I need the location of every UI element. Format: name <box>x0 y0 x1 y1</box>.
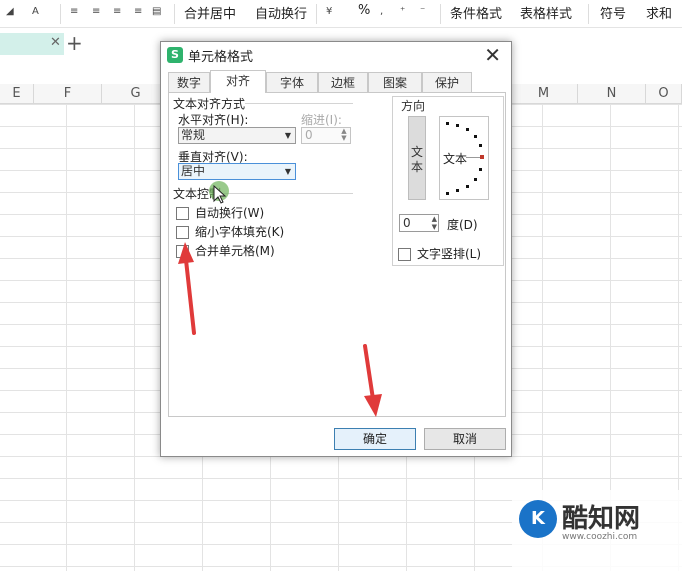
symbol-button[interactable]: 符号 <box>600 3 626 22</box>
dialog-title: 单元格格式 <box>188 50 254 65</box>
distributed-icon[interactable]: ▤ <box>152 6 164 18</box>
annotation-arrow-icon <box>363 344 382 417</box>
new-tab-plus-icon[interactable]: + <box>66 31 83 55</box>
dial-dot <box>446 192 449 195</box>
comma-style-icon[interactable]: , <box>380 6 392 18</box>
watermark-name: 酷知网 <box>562 504 641 534</box>
close-icon[interactable]: ✕ <box>50 35 61 50</box>
vertical-text-button[interactable]: 文本 <box>408 116 426 200</box>
group-divider <box>241 103 353 104</box>
cancel-button[interactable]: 取消 <box>424 428 506 450</box>
merge-center-button[interactable]: 合并居中 <box>184 3 236 22</box>
column-header[interactable]: O <box>646 84 682 104</box>
dial-dot <box>456 189 459 192</box>
sum-button[interactable]: 求和 <box>646 3 672 22</box>
ribbon-toolbar: ◢ A ≡ ≡ ≡ ≡ ▤ 合并居中 自动换行 ¥ % , ⁺ ⁻ 条件格式 表… <box>0 0 682 28</box>
format-cells-dialog: S 单元格格式 ✕ 数字 对齐 字体 边框 图案 保护 文本对齐方式 水平对齐(… <box>160 41 512 457</box>
column-header[interactable]: N <box>578 84 646 104</box>
dial-dot <box>466 128 469 131</box>
currency-icon[interactable]: ¥ <box>326 6 338 18</box>
align-left-icon[interactable]: ≡ <box>70 6 82 18</box>
tab-pattern[interactable]: 图案 <box>368 72 422 92</box>
watermark-logo: K <box>519 500 557 538</box>
text-alignment-group-title: 文本对齐方式 <box>173 95 246 112</box>
annotation-arrow-icon <box>178 242 196 335</box>
column-header[interactable]: F <box>34 84 102 104</box>
chevron-down-icon: ▼ <box>284 167 291 176</box>
stepper-arrows-icon[interactable]: ▲ ▼ <box>338 128 350 143</box>
wrap-text-label: 自动换行(W) <box>195 206 265 220</box>
degree-value: 0 <box>403 216 411 230</box>
tab-font[interactable]: 字体 <box>266 72 318 92</box>
close-icon[interactable]: ✕ <box>484 43 501 67</box>
horizontal-align-value: 常规 <box>181 128 206 142</box>
align-center-icon[interactable]: ≡ <box>92 6 104 18</box>
checkbox-box[interactable] <box>398 248 411 261</box>
orientation-group-title: 方向 <box>401 97 426 114</box>
shrink-to-fit-label: 缩小字体填充(K) <box>195 225 285 239</box>
tab-alignment[interactable]: 对齐 <box>210 70 266 93</box>
group-divider <box>223 193 353 194</box>
dial-dot <box>446 122 449 125</box>
degree-stepper[interactable]: 0 ▲ ▼ <box>399 214 439 232</box>
tab-border[interactable]: 边框 <box>318 72 368 92</box>
app-logo-icon: S <box>167 47 183 63</box>
toolbar-divider <box>174 4 175 24</box>
vertical-layout-label: 文字竖排(L) <box>417 247 482 261</box>
shrink-to-fit-checkbox[interactable]: 缩小字体填充(K) <box>176 223 284 240</box>
horizontal-align-label: 水平对齐(H): <box>178 113 249 127</box>
degree-label: 度(D) <box>447 218 478 232</box>
percent-button[interactable]: % <box>358 3 370 18</box>
dial-dot <box>456 124 459 127</box>
vertical-align-value: 居中 <box>181 164 206 178</box>
toolbar-divider <box>588 4 589 24</box>
stepper-arrows-icon[interactable]: ▲ ▼ <box>432 215 437 231</box>
column-header[interactable]: E <box>0 84 34 104</box>
column-header[interactable]: M <box>510 84 578 104</box>
justify-icon[interactable]: ≡ <box>134 6 146 18</box>
auto-wrap-button[interactable]: 自动换行 <box>255 3 307 22</box>
indent-value: 0 <box>305 128 313 142</box>
mouse-cursor-icon <box>213 185 227 204</box>
checkbox-box[interactable] <box>176 226 189 239</box>
chevron-down-icon: ▼ <box>284 131 291 140</box>
tab-protection[interactable]: 保护 <box>422 72 472 92</box>
vertical-align-select[interactable]: 居中 ▼ <box>178 163 296 180</box>
vertical-text-label: 文本 <box>410 145 423 174</box>
indent-label: 缩进(I): <box>301 113 342 127</box>
table-style-button[interactable]: 表格样式 <box>520 3 572 22</box>
indent-stepper[interactable]: 0 ▲ ▼ <box>301 127 351 144</box>
decrease-decimal-icon[interactable]: ⁻ <box>420 6 432 18</box>
dial-dot <box>474 178 477 181</box>
fill-color-icon[interactable]: ◢ <box>6 6 18 18</box>
dial-dot <box>466 185 469 188</box>
toolbar-divider <box>316 4 317 24</box>
dial-dot <box>474 135 477 138</box>
merge-cells-label: 合并单元格(M) <box>195 244 275 258</box>
tab-number[interactable]: 数字 <box>168 72 210 92</box>
watermark-url: www.coozhi.com <box>562 532 638 542</box>
horizontal-align-select[interactable]: 常规 ▼ <box>178 127 296 144</box>
orientation-dial-label: 文本 <box>443 152 468 166</box>
font-color-icon[interactable]: A <box>32 6 44 18</box>
dial-dot <box>479 144 482 147</box>
checkbox-box[interactable] <box>176 207 189 220</box>
ok-button[interactable]: 确定 <box>334 428 416 450</box>
align-right-icon[interactable]: ≡ <box>113 6 125 18</box>
conditional-format-button[interactable]: 条件格式 <box>450 3 502 22</box>
dial-dot <box>479 168 482 171</box>
wrap-text-checkbox[interactable]: 自动换行(W) <box>176 204 264 221</box>
toolbar-divider <box>60 4 61 24</box>
vertical-layout-checkbox[interactable]: 文字竖排(L) <box>398 245 481 262</box>
increase-decimal-icon[interactable]: ⁺ <box>400 6 412 18</box>
dial-handle[interactable] <box>480 155 484 159</box>
toolbar-divider <box>440 4 441 24</box>
